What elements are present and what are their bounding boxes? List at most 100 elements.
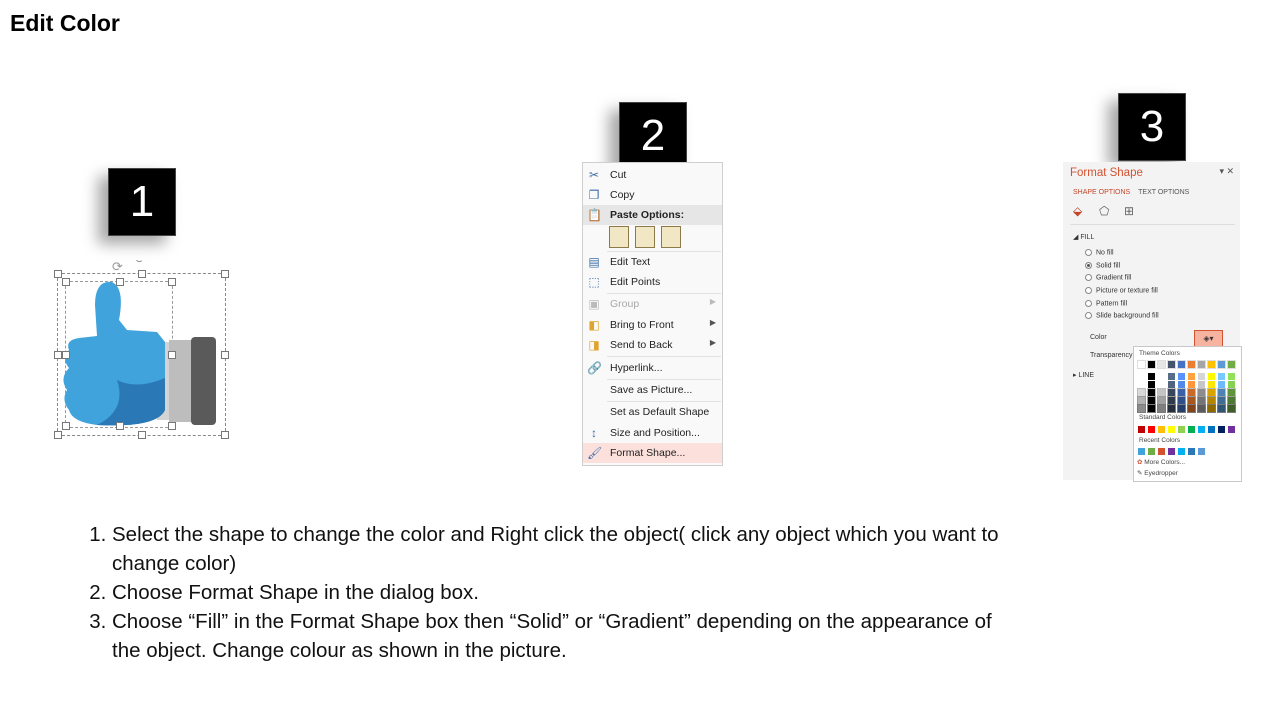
recent-color-swatch[interactable] [1138,448,1145,455]
color-swatch[interactable] [1187,388,1196,397]
color-swatch[interactable] [1147,396,1156,405]
recent-color-swatch[interactable] [1168,448,1175,455]
color-swatch[interactable] [1227,396,1236,405]
color-swatch[interactable] [1147,404,1156,413]
color-swatch[interactable] [1177,372,1186,381]
menu-item-edit-text[interactable]: ▤ Edit Text [583,252,722,272]
color-swatch[interactable] [1157,372,1166,381]
color-swatch[interactable] [1147,372,1156,381]
recent-color-swatch[interactable] [1188,448,1195,455]
color-swatch[interactable] [1207,396,1216,405]
color-swatch[interactable] [1197,380,1206,389]
resize-handle[interactable] [221,431,229,439]
color-swatch[interactable] [1197,360,1206,369]
color-swatch[interactable] [1187,380,1196,389]
tab-text-options[interactable]: TEXT OPTIONS [1138,189,1189,196]
close-icon[interactable]: ▾ ✕ [1219,166,1234,177]
paste-picture-icon[interactable] [661,226,681,248]
resize-handle[interactable] [138,270,146,278]
menu-item-bring-to-front[interactable]: ◧ Bring to Front ▶ [583,315,722,335]
color-swatch[interactable] [1157,360,1166,369]
tab-shape-options[interactable]: SHAPE OPTIONS [1073,189,1130,196]
color-swatch[interactable] [1157,380,1166,389]
color-swatch[interactable] [1207,388,1216,397]
standard-color-swatch[interactable] [1208,426,1215,433]
color-swatch[interactable] [1157,396,1166,405]
eyedropper-item[interactable]: ✎ Eyedropper [1137,469,1178,477]
resize-handle[interactable] [168,351,176,359]
standard-color-swatch[interactable] [1158,426,1165,433]
color-swatch[interactable] [1167,372,1176,381]
color-picker-button[interactable]: ◈▾ [1194,330,1223,347]
recent-color-swatch[interactable] [1198,448,1205,455]
standard-color-swatch[interactable] [1188,426,1195,433]
more-colors-item[interactable]: ✿ More Colors... [1137,458,1185,466]
standard-color-swatch[interactable] [1218,426,1225,433]
color-swatch[interactable] [1137,360,1146,369]
color-swatch[interactable] [1207,360,1216,369]
paste-keep-formatting-icon[interactable] [609,226,629,248]
color-swatch[interactable] [1227,404,1236,413]
recent-color-swatch[interactable] [1178,448,1185,455]
color-swatch[interactable] [1157,404,1166,413]
color-swatch[interactable] [1157,388,1166,397]
color-swatch[interactable] [1177,360,1186,369]
color-swatch[interactable] [1177,404,1186,413]
resize-handle[interactable] [168,422,176,430]
color-swatch[interactable] [1137,372,1146,381]
radio-no-fill[interactable]: No fill [1085,249,1114,256]
resize-handle[interactable] [221,270,229,278]
color-swatch[interactable] [1167,380,1176,389]
color-swatch[interactable] [1167,404,1176,413]
color-swatch[interactable] [1197,404,1206,413]
resize-handle[interactable] [62,351,70,359]
resize-handle[interactable] [116,278,124,286]
menu-item-copy[interactable]: ❐ Copy [583,185,722,205]
menu-item-format-shape[interactable]: 🖌 Format Shape... [583,443,722,463]
color-swatch[interactable] [1137,404,1146,413]
menu-item-cut[interactable]: ✂ Cut [583,165,722,185]
effects-icon[interactable]: ⬠ [1099,204,1109,218]
color-swatch[interactable] [1187,396,1196,405]
radio-slide-background-fill[interactable]: Slide background fill [1085,312,1159,319]
resize-handle[interactable] [138,431,146,439]
color-swatch[interactable] [1227,360,1236,369]
color-swatch[interactable] [1217,388,1226,397]
thumbs-up-icon[interactable]: ⟳ ⟳ [57,260,232,440]
color-swatch[interactable] [1167,360,1176,369]
standard-color-swatch[interactable] [1168,426,1175,433]
color-swatch[interactable] [1177,388,1186,397]
standard-color-swatch[interactable] [1178,426,1185,433]
paste-merge-formatting-icon[interactable] [635,226,655,248]
color-swatch[interactable] [1187,372,1196,381]
menu-item-set-default-shape[interactable]: Set as Default Shape [583,402,722,422]
color-swatch[interactable] [1217,396,1226,405]
color-swatch[interactable] [1217,404,1226,413]
color-swatch[interactable] [1177,396,1186,405]
color-swatch[interactable] [1137,380,1146,389]
radio-gradient-fill[interactable]: Gradient fill [1085,274,1131,281]
recent-color-swatch[interactable] [1148,448,1155,455]
color-swatch[interactable] [1197,396,1206,405]
color-swatch[interactable] [1137,388,1146,397]
color-swatch[interactable] [1147,380,1156,389]
radio-picture-fill[interactable]: Picture or texture fill [1085,287,1158,294]
color-swatch[interactable] [1197,372,1206,381]
resize-handle[interactable] [54,431,62,439]
color-swatch[interactable] [1167,388,1176,397]
color-swatch[interactable] [1177,380,1186,389]
color-swatch[interactable] [1207,380,1216,389]
resize-handle[interactable] [62,422,70,430]
color-swatch[interactable] [1187,360,1196,369]
menu-item-save-as-picture[interactable]: Save as Picture... [583,380,722,400]
resize-handle[interactable] [116,422,124,430]
line-section-header[interactable]: ▸ LINE [1073,371,1094,379]
color-swatch[interactable] [1197,388,1206,397]
menu-item-size-and-position[interactable]: ↕ Size and Position... [583,423,722,443]
standard-color-swatch[interactable] [1138,426,1145,433]
resize-handle[interactable] [54,351,62,359]
color-swatch[interactable] [1167,396,1176,405]
size-properties-icon[interactable]: ⊞ [1124,204,1134,218]
color-swatch[interactable] [1227,372,1236,381]
color-swatch[interactable] [1227,380,1236,389]
